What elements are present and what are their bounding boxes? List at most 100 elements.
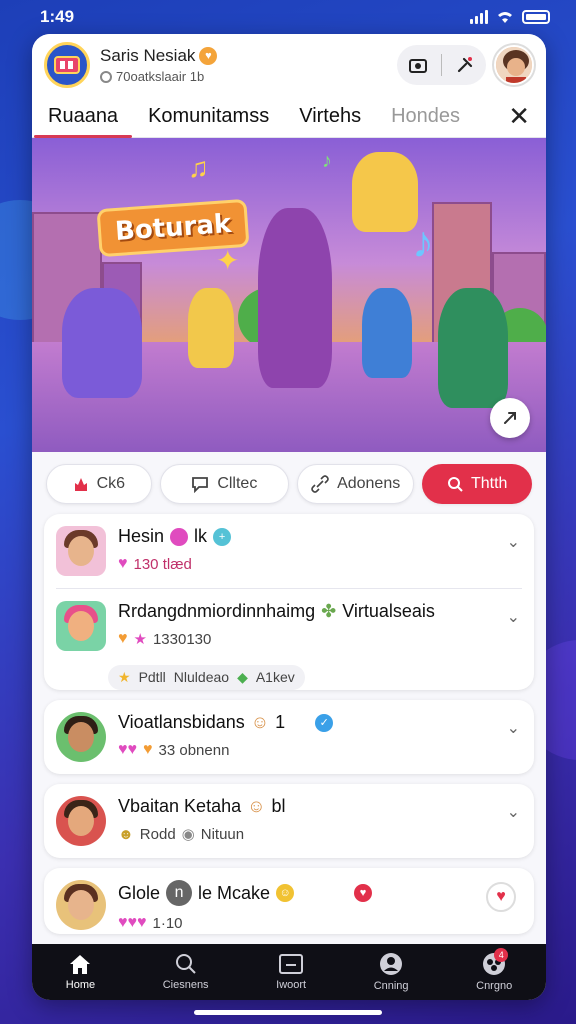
logo-icon: [54, 56, 80, 74]
comment-button[interactable]: Clltec: [159, 464, 289, 504]
chevron-down-icon[interactable]: ⌄: [507, 718, 520, 738]
list-item[interactable]: Rrdangdnmiordinnhaimg ✤ Virtualseais ♥ ★…: [44, 589, 534, 663]
heart-icon: ♥: [143, 741, 153, 758]
nav-home-label: Home: [65, 979, 96, 991]
nav-profile[interactable]: Cnning: [374, 952, 409, 992]
list-item[interactable]: Vioatlansbidans ☺ 1 ✓ ♥♥ ♥ 33 obnenn ⌄: [44, 700, 534, 774]
nav-community[interactable]: 4 Cnrgno: [476, 948, 513, 992]
nav-inbox-label: Iwoort: [276, 979, 307, 991]
nav-search-label: Ciesnens: [162, 979, 209, 991]
tab-virtehs[interactable]: Virtehs: [299, 96, 361, 138]
app-subtitle-text: 70oatkslaair 1b: [116, 69, 205, 84]
list-item-emoji-text: lk: [194, 526, 208, 546]
nav-home[interactable]: Home: [66, 953, 95, 991]
hot-button[interactable]: Ck6: [46, 464, 152, 504]
tab-hondes[interactable]: Hondes: [391, 96, 460, 138]
feed-group: Vbaitan Ketaha ☺ bl ☻ Rodd ◉ Nituun ⌄: [44, 784, 534, 858]
tag[interactable]: Nluldeao: [174, 669, 229, 686]
action-bar: Ck6 Clltec Adonens Thtth: [32, 452, 546, 514]
chevron-down-icon[interactable]: ⌄: [507, 532, 520, 552]
header-actions: [397, 45, 486, 85]
search-button[interactable]: Thtth: [422, 464, 532, 504]
profile-icon: [380, 953, 403, 975]
list-item-body: Rrdangdnmiordinnhaimg ✤ Virtualseais ♥ ★…: [118, 601, 522, 648]
list-item-name: Glole: [118, 882, 161, 903]
list-item-meta: ♥♥♥ 1·10: [118, 914, 522, 932]
star-icon: ✦: [216, 245, 240, 276]
avatar: [56, 796, 106, 846]
chevron-down-icon[interactable]: ⌄: [507, 607, 520, 627]
music-note-icon: ♫: [188, 152, 209, 183]
hero-banner[interactable]: Boturak ♫ ♪ ♪ ✦: [32, 138, 546, 452]
nav-community-label: Cnrgno: [476, 980, 513, 992]
list-item-title: Hesin lk +: [118, 526, 522, 547]
tag[interactable]: A1kev: [256, 669, 295, 686]
list-item-title: Vioatlansbidans ☺ 1 ✓: [118, 712, 522, 733]
camera-button[interactable]: [405, 52, 431, 78]
inbox-icon: [279, 954, 304, 974]
status-bar: 1:49: [0, 0, 576, 34]
list-item-name: Rrdangdnmiordinnhaimg: [118, 601, 316, 621]
nav-inbox[interactable]: Iwoort: [276, 953, 306, 991]
nav-search[interactable]: Ciesnens: [163, 953, 209, 991]
star-icon: ★: [133, 631, 147, 648]
kid-character: [188, 288, 234, 368]
flame-icon: [74, 478, 87, 491]
gem-icon: ◆: [237, 669, 248, 685]
list-item-meta-text: 33 obnenn: [158, 741, 230, 759]
comment-button-label: Clltec: [217, 475, 258, 492]
bottom-nav: Home Ciesnens Iwoort Cnning 4 Cnrgno: [32, 944, 546, 1000]
music-note-icon: ♪: [322, 150, 332, 172]
avatar: [56, 601, 106, 651]
list-item-meta-text: Nituun: [200, 825, 245, 843]
app-logo[interactable]: [44, 42, 90, 88]
face-emoji-icon: ☺: [276, 884, 295, 902]
face-emoji-icon: ☺: [247, 796, 266, 816]
tag[interactable]: Pdtll: [139, 669, 166, 686]
pin-button[interactable]: ♥: [486, 882, 516, 912]
status-icons: [470, 10, 550, 24]
profile-avatar[interactable]: [494, 45, 534, 85]
feed-group: Hesin lk + ♥ 130 tlæd ⌄ Rrdangdnmiordinn…: [44, 514, 534, 690]
home-indicator[interactable]: [194, 1010, 382, 1015]
list-item-meta: ☻ Rodd ◉ Nituun: [118, 825, 522, 844]
wifi-icon: [498, 12, 512, 23]
heart-icon: ♥♥: [118, 741, 137, 758]
kid-character: [362, 288, 412, 378]
list-item[interactable]: Vbaitan Ketaha ☺ bl ☻ Rodd ◉ Nituun ⌄: [44, 784, 534, 858]
list-item-title: Glole n le Mcake ☺ ♥: [118, 880, 522, 906]
list-item-meta: ♥♥ ♥ 33 obnenn: [118, 741, 522, 759]
home-icon: [70, 955, 91, 974]
search-button-label: Thtth: [470, 475, 508, 492]
tab-komunitamss[interactable]: Komunitamss: [148, 96, 269, 138]
list-item[interactable]: Glole n le Mcake ☺ ♥ ♥♥♥ 1·10 ♥: [44, 868, 534, 934]
list-item-body: Hesin lk + ♥ 130 tlæd: [118, 526, 522, 573]
list-item-body: Glole n le Mcake ☺ ♥ ♥♥♥ 1·10: [118, 880, 522, 932]
link-button[interactable]: Adonens: [296, 464, 415, 504]
list-item-meta: ♥ ★ 1330130: [118, 630, 522, 648]
share-button[interactable]: [490, 398, 530, 438]
close-icon[interactable]: ✕: [508, 101, 530, 132]
list-item-suffix: Virtualseais: [342, 601, 435, 621]
search-icon: [447, 477, 463, 492]
list-item-emoji-text: 1: [275, 712, 286, 732]
signal-icon: [470, 10, 488, 24]
feed-list: Hesin lk + ♥ 130 tlæd ⌄ Rrdangdnmiordinn…: [32, 514, 546, 934]
list-item-emoji-text: bl: [271, 796, 286, 816]
list-item-title: Vbaitan Ketaha ☺ bl: [118, 796, 522, 817]
tools-icon: [457, 57, 473, 73]
search-icon: [175, 954, 196, 974]
tab-ruaana[interactable]: Ruaana: [33, 96, 133, 138]
app-window: Saris Nesiak ♥ 70oatkslaair 1b Ruaana Ko…: [32, 34, 546, 1000]
app-header: Saris Nesiak ♥ 70oatkslaair 1b: [32, 34, 546, 96]
list-item[interactable]: Hesin lk + ♥ 130 tlæd ⌄: [44, 514, 534, 588]
tools-button[interactable]: [452, 52, 478, 78]
chevron-down-icon[interactable]: ⌄: [507, 802, 520, 822]
list-item-body: Vioatlansbidans ☺ 1 ✓ ♥♥ ♥ 33 obnenn: [118, 712, 522, 759]
list-item-meta-text: 1·10: [152, 914, 183, 932]
avatar: [56, 712, 106, 762]
heart-icon: ♥♥♥: [118, 914, 147, 931]
list-item-meta-text: 1330130: [152, 630, 212, 648]
link-icon: [311, 475, 329, 493]
status-dot-icon: [100, 70, 112, 83]
